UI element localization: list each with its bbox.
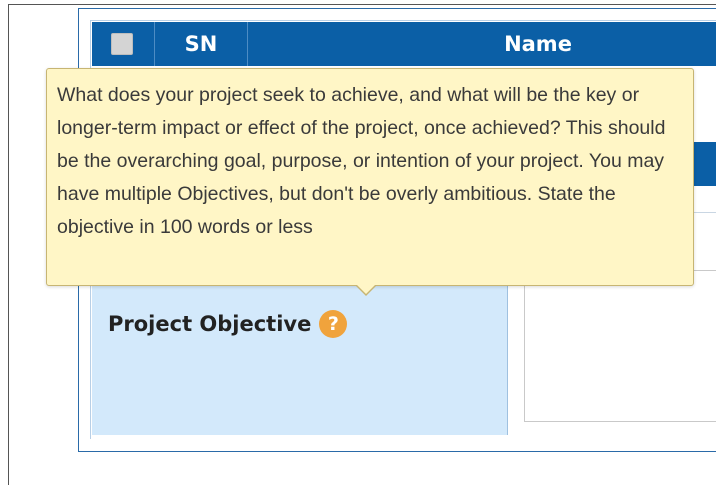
tooltip-text: What does your project seek to achieve, … (57, 84, 666, 238)
header-name[interactable]: Name (248, 22, 716, 66)
table-header: SN Name (92, 22, 716, 66)
header-sn[interactable]: SN (155, 22, 248, 66)
help-tooltip: What does your project seek to achieve, … (46, 68, 694, 286)
header-sn-label: SN (184, 32, 218, 56)
header-select-column (92, 22, 155, 66)
project-objective-label: Project Objective ? (108, 310, 348, 338)
project-objective-textarea[interactable] (524, 270, 716, 422)
tooltip-arrow-fill (357, 285, 375, 294)
select-all-checkbox[interactable] (111, 33, 133, 55)
field-label-text: Project Objective (108, 312, 312, 336)
question-mark-icon[interactable]: ? (319, 310, 348, 338)
header-name-label: Name (504, 32, 572, 56)
